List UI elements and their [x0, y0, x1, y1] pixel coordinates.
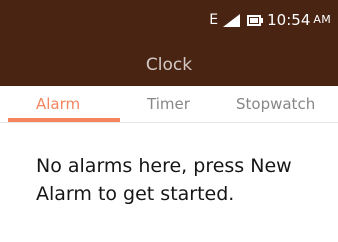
app-header: E 10:54 AM Clock — [0, 0, 338, 86]
network-type-label: E — [209, 12, 219, 28]
status-ampm: AM — [313, 13, 331, 26]
tab-bar: Alarm Timer Stopwatch — [0, 86, 338, 123]
selected-tab-indicator — [8, 118, 120, 122]
app-title: Clock — [145, 55, 193, 75]
tab-timer[interactable]: Timer — [147, 94, 190, 114]
signal-bars-icon — [223, 13, 241, 27]
tab-stopwatch[interactable]: Stopwatch — [236, 94, 315, 114]
tab-alarm[interactable]: Alarm — [36, 94, 80, 114]
status-indicators: E 10:54 AM — [209, 12, 331, 28]
battery-icon — [247, 14, 264, 26]
clock-screen: E 10:54 AM Clock Alarm Timer Stopwatch N… — [0, 0, 338, 242]
status-bar: E 10:54 AM — [0, 0, 338, 38]
status-time: 10:54 — [267, 11, 311, 29]
empty-alarms-message: No alarms here, press New Alarm to get s… — [36, 155, 292, 205]
